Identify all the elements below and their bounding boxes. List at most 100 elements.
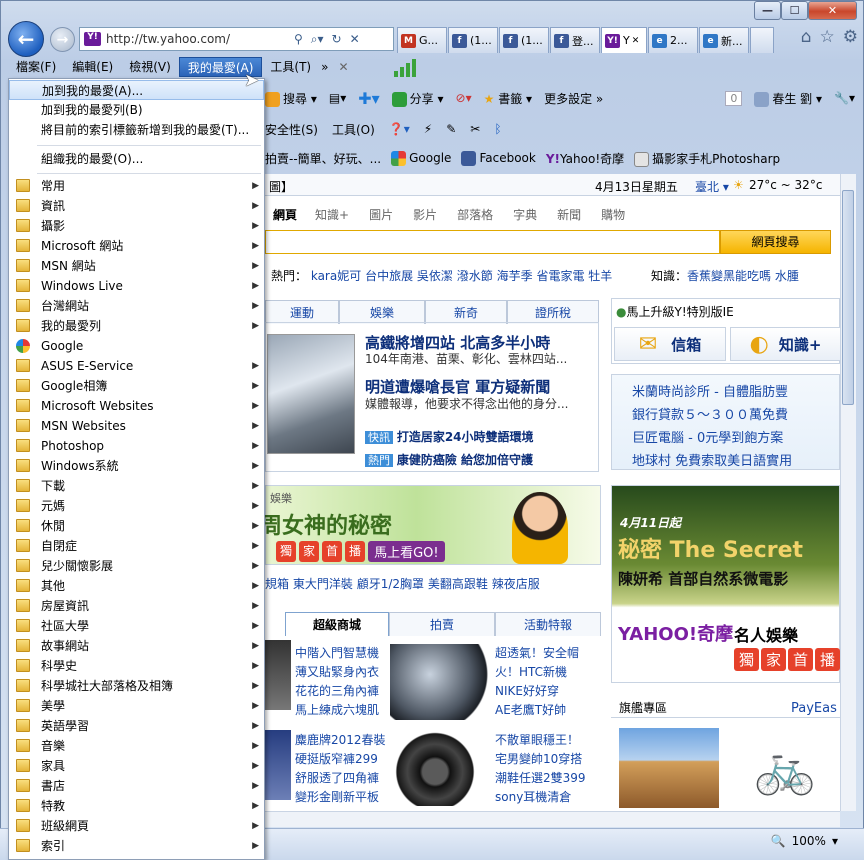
favorites-folder-item[interactable]: 故事網站 ▶ bbox=[9, 636, 264, 656]
shop-item[interactable]: 麋鹿牌2012春裝 bbox=[295, 731, 386, 750]
news-tab-ent[interactable]: 娛樂 bbox=[339, 300, 425, 324]
menu-more-icon[interactable]: » bbox=[319, 57, 330, 77]
tab-yahoo[interactable]: Y! Y ✕ bbox=[601, 27, 647, 53]
favorites-folder-item[interactable]: 常用 ▶ bbox=[9, 176, 264, 196]
bookmarks-tool[interactable]: ★ 書籤 ▾ bbox=[484, 90, 532, 107]
search-tool[interactable]: 搜尋 ▾ bbox=[265, 90, 317, 107]
shop-item[interactable]: 宅男變帥10穿搭 bbox=[495, 750, 586, 769]
shop-link[interactable]: 辣夜店服 bbox=[492, 577, 540, 591]
shop-item[interactable]: 花花的三角內褲 bbox=[295, 682, 379, 701]
favorites-folder-item[interactable]: 科學史 ▶ bbox=[9, 656, 264, 676]
quick-news-2[interactable]: 熱門 康健防癌險 給您加倍守護 bbox=[365, 451, 533, 468]
compat-icon[interactable]: ⚲ bbox=[294, 32, 303, 46]
more-settings[interactable]: 更多設定 » bbox=[544, 90, 603, 107]
product-image-helmet[interactable] bbox=[390, 644, 490, 720]
shop-link[interactable]: 美翻高跟鞋 bbox=[428, 577, 488, 591]
add-tabs-to-favorites[interactable]: 將目前的索引標籤新增到我的最愛(T)... bbox=[9, 120, 264, 140]
toolbar-close-icon[interactable]: ✕ bbox=[330, 57, 356, 77]
favorites-folder-item[interactable]: 我的最愛列 ▶ bbox=[9, 316, 264, 336]
search-tab-shopping[interactable]: 購物 bbox=[591, 204, 635, 225]
shop-item[interactable]: 變形金剛新平板 bbox=[295, 788, 386, 807]
favorites-folder-item[interactable]: ASUS E-Service ▶ bbox=[9, 356, 264, 376]
shop-link[interactable]: 規箱 bbox=[265, 577, 289, 591]
favorites-folder-item[interactable]: 其他 ▶ bbox=[9, 576, 264, 596]
ie-upgrade-link[interactable]: ●馬上升級Y!特別版IE bbox=[616, 303, 734, 320]
search-tab-blog[interactable]: 部落格 bbox=[447, 204, 503, 225]
home-icon[interactable]: ⌂ bbox=[801, 27, 812, 47]
favorites-folder-item[interactable]: 攝影 ▶ bbox=[9, 216, 264, 236]
safety-menu[interactable]: 安全性(S) bbox=[265, 121, 318, 138]
hot-item[interactable]: 省電家電 bbox=[536, 269, 584, 283]
shop-item[interactable]: AE老鷹T好帥 bbox=[495, 701, 579, 720]
knowledge-button[interactable]: ◐ 知識+ bbox=[730, 327, 840, 361]
know-item[interactable]: 香蕉變黑能吃嗎 bbox=[687, 269, 771, 283]
search-tab-dict[interactable]: 字典 bbox=[503, 204, 547, 225]
favorites-folder-item[interactable]: Windows Live ▶ bbox=[9, 276, 264, 296]
search-tab-web[interactable]: 網頁 bbox=[265, 204, 305, 225]
favorites-folder-item[interactable]: 社區大學 ▶ bbox=[9, 616, 264, 636]
tab-gmail[interactable]: M G... bbox=[397, 27, 447, 53]
count-badge[interactable]: 0 bbox=[725, 90, 743, 106]
favorites-folder-item[interactable]: Windows系統 ▶ bbox=[9, 456, 264, 476]
favorites-star-icon[interactable]: ☆ bbox=[820, 27, 835, 47]
menu-tools[interactable]: 工具(T) bbox=[262, 57, 319, 77]
ad-link[interactable]: 米蘭時尚診所 - 自體脂肪豐 bbox=[632, 381, 788, 400]
favorites-folder-item[interactable]: Photoshop ▶ bbox=[9, 436, 264, 456]
favorites-folder-item[interactable]: 班級網頁 ▶ bbox=[9, 816, 264, 836]
entertainment-banner[interactable]: 娛樂 周女神的秘密 獨 家 首 播 馬上看GO! bbox=[265, 485, 601, 565]
tab-facebook-2[interactable]: f (1... bbox=[499, 27, 549, 53]
shop-link[interactable]: 顧牙1/2胸罩 bbox=[357, 577, 424, 591]
favorites-folder-item[interactable]: Microsoft 網站 ▶ bbox=[9, 236, 264, 256]
payeasy-tab[interactable]: PayEas bbox=[791, 701, 837, 716]
favorites-folder-item[interactable]: 休閒 ▶ bbox=[9, 516, 264, 536]
favorites-folder-item[interactable]: 自閉症 ▶ bbox=[9, 536, 264, 556]
news-photo-train[interactable] bbox=[267, 334, 355, 454]
add-to-favorites[interactable]: 加到我的最愛(A)... bbox=[9, 80, 264, 100]
favorites-folder-item[interactable]: 音樂 ▶ bbox=[9, 736, 264, 756]
tab-ie-1[interactable]: e 2... bbox=[648, 27, 698, 53]
maximize-button[interactable]: ☐ bbox=[781, 1, 808, 20]
search-tab-news[interactable]: 新聞 bbox=[547, 204, 591, 225]
city-select[interactable]: 臺北 ▾ bbox=[695, 178, 729, 195]
secret-ad[interactable]: 4月11日起 秘密 The Secret 陳妍希 首部自然系微電影 YAHOO!… bbox=[611, 485, 840, 683]
shop-item[interactable]: 火！HTC新機 bbox=[495, 663, 579, 682]
favorites-folder-item[interactable]: MSN Websites ▶ bbox=[9, 416, 264, 436]
search-tab-video[interactable]: 影片 bbox=[403, 204, 447, 225]
bluetooth-icon[interactable]: ᛒ bbox=[494, 122, 501, 136]
search-icon[interactable]: ⌕▾ bbox=[311, 32, 324, 47]
hot-item[interactable]: 牡羊 bbox=[588, 269, 612, 283]
minimize-button[interactable]: — bbox=[754, 1, 781, 20]
shop-item[interactable]: 硬挺版窄褲299 bbox=[295, 750, 386, 769]
fav-item-auction[interactable]: 拍賣--簡單、好玩、... bbox=[265, 150, 381, 167]
hot-item[interactable]: 吳依潔 bbox=[417, 269, 453, 283]
hot-item[interactable]: 潑水節 bbox=[457, 269, 493, 283]
favorites-folder-item[interactable]: 家具 ▶ bbox=[9, 756, 264, 776]
shop-link[interactable]: 東大門洋裝 bbox=[293, 577, 353, 591]
favorites-folder-item[interactable]: 資訊 ▶ bbox=[9, 196, 264, 216]
ad-link[interactable]: 地球村 免費索取美日語實用 bbox=[632, 450, 792, 469]
search-tab-knowledge[interactable]: 知識+ bbox=[305, 204, 359, 225]
product-image-camera[interactable] bbox=[390, 730, 490, 806]
favorites-folder-item[interactable]: 下載 ▶ bbox=[9, 476, 264, 496]
shop-item[interactable]: 超透氣！安全帽 bbox=[495, 644, 579, 663]
product-image-jacket[interactable] bbox=[265, 730, 291, 800]
product-image-phone[interactable] bbox=[265, 640, 291, 710]
favorites-folder-item[interactable]: 元媽 ▶ bbox=[9, 496, 264, 516]
refresh-icon[interactable]: ↻ bbox=[332, 32, 342, 46]
menu-view[interactable]: 檢視(V) bbox=[121, 57, 179, 77]
shop-item[interactable]: sony耳機清倉 bbox=[495, 788, 586, 807]
close-button[interactable]: ✕ bbox=[808, 1, 857, 20]
tab-close-icon[interactable]: ✕ bbox=[632, 36, 640, 46]
shop-tab-mall[interactable]: 超級商城 bbox=[285, 612, 389, 636]
shop-item[interactable]: 馬上練成六塊肌 bbox=[295, 701, 379, 720]
shop-tab-auction[interactable]: 拍賣 bbox=[389, 612, 495, 636]
tab-ie-2[interactable]: e 新... bbox=[699, 27, 749, 53]
organize-favorites[interactable]: 組織我的最愛(O)... bbox=[9, 149, 264, 169]
page-tool-icon[interactable]: ▤▾ bbox=[329, 91, 346, 105]
hot-item[interactable]: 台中旅展 bbox=[365, 269, 413, 283]
share-tool[interactable]: 分享 ▾ bbox=[391, 90, 444, 107]
shop-item[interactable]: 中階入門智慧機 bbox=[295, 644, 379, 663]
search-tab-images[interactable]: 圖片 bbox=[359, 204, 403, 225]
product-image-hotel[interactable] bbox=[619, 728, 719, 808]
know-item[interactable]: 水腫 bbox=[775, 269, 799, 283]
